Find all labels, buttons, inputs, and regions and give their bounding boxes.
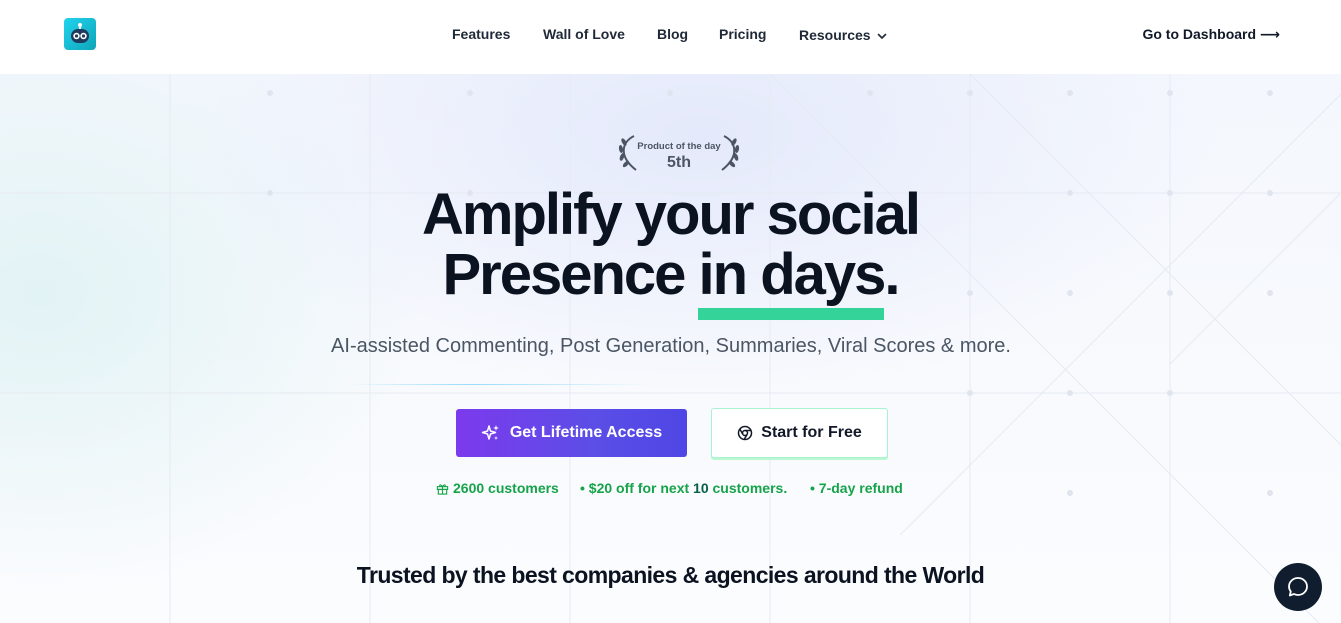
stat-customers: 2600 customers [436,480,559,496]
chat-bubble-icon [1288,577,1308,597]
discount-prefix-text: • $20 off for next [580,480,690,496]
discount-suffix-text: customers. [712,480,788,496]
stat-discount: • $20 off for next 10 customers. [580,480,787,496]
get-lifetime-access-label: Get Lifetime Access [509,424,663,441]
nav-features[interactable]: Features [452,26,510,42]
discount-count: 10 [693,480,709,496]
sparkles-icon [481,425,499,440]
nav-resources-label: Resources [799,27,871,43]
robot-face-icon[interactable] [64,18,96,50]
start-for-free-button[interactable]: Start for Free [711,408,888,458]
chevron-down-icon [877,28,887,44]
award-rank: 5th [667,154,691,171]
stat-refund: • 7-day refund [810,480,903,496]
award-title: Product of the day [637,141,721,152]
start-for-free-label: Start for Free [761,424,862,441]
chat-button[interactable] [1274,563,1322,611]
headline-highlight-underline [698,308,884,320]
nav-resources[interactable]: Resources [799,27,887,44]
hero-headline-line1: Amplify your social [421,182,921,247]
product-of-the-day-badge: Product of the day 5th [614,132,744,174]
hero-subtitle: AI-assisted Commenting, Post Generation,… [331,335,1011,357]
chrome-icon [738,425,753,441]
go-to-dashboard-link[interactable]: Go to Dashboard ⟶ [1142,26,1280,43]
get-lifetime-access-button[interactable]: Get Lifetime Access [456,409,687,457]
hero-headline-line2: Presence in days. [442,242,900,307]
top-navbar: Features Wall of Love Blog Pricing Resou… [0,0,1341,74]
nav-blog[interactable]: Blog [657,26,688,42]
customers-count-text: 2600 customers [453,480,559,496]
nav-wall-of-love[interactable]: Wall of Love [543,26,625,42]
gift-icon [436,484,449,495]
trusted-heading: Trusted by the best companies & agencies… [356,562,985,588]
nav-pricing[interactable]: Pricing [719,26,766,42]
decorative-divider [350,384,650,385]
